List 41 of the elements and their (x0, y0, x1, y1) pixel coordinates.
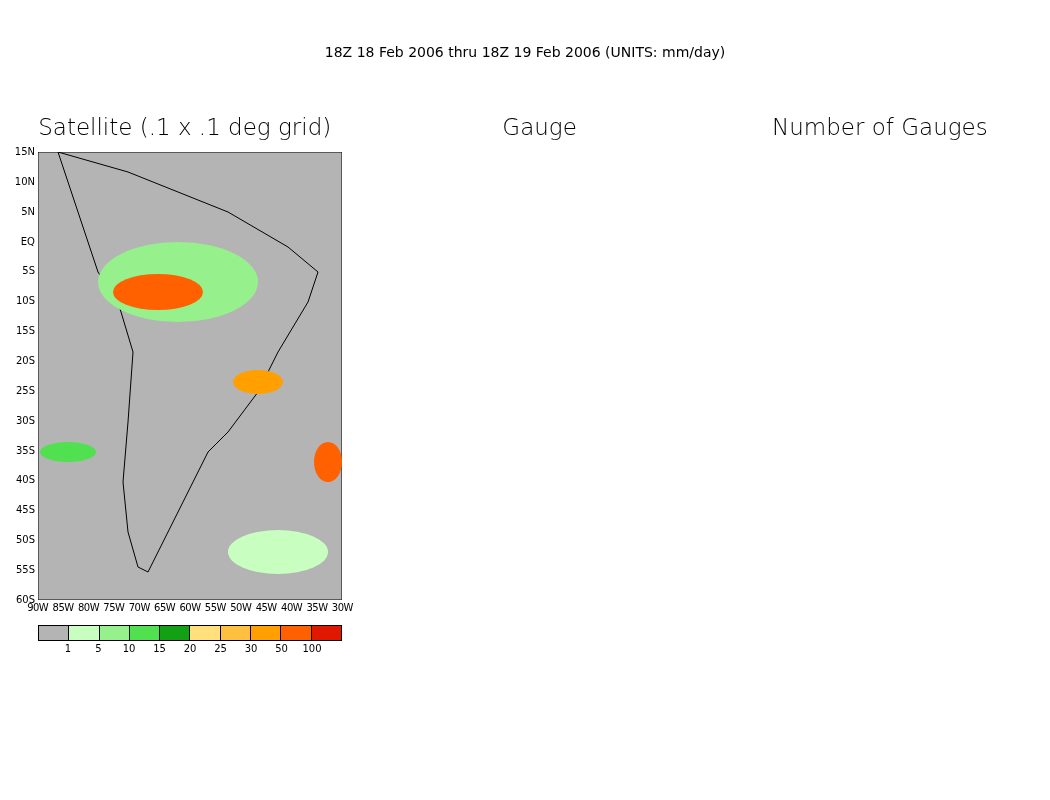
legend-label: 25 (213, 643, 228, 654)
legend-label: 20 (182, 643, 198, 654)
legend-label: 50 (274, 643, 289, 654)
legend-label: 1 (63, 643, 73, 654)
longitude-label: 60W (178, 602, 202, 613)
latitude-label: 5S (21, 265, 36, 278)
longitude-label: 90W (27, 602, 50, 613)
latitude-label: 15N (13, 146, 36, 158)
longitude-label: 35W (305, 602, 329, 613)
longitude-label: 85W (51, 602, 75, 613)
legend-label: 10 (121, 643, 137, 654)
panel-title: Gauge (501, 114, 578, 142)
latitude-label: 10N (13, 175, 36, 188)
latitude-label: 35S (14, 444, 36, 457)
panel-title: Number of Gauges (771, 114, 989, 142)
longitude-label: 70W (127, 602, 151, 613)
latitude-label: 50S (14, 534, 36, 547)
latitude-label: 5N (20, 205, 36, 218)
latitude-label: 25S (14, 384, 36, 397)
latitude-label: 20S (14, 355, 36, 367)
longitude-label: 65W (153, 602, 177, 613)
legend-label: 5 (94, 643, 103, 654)
longitude-label: 55W (203, 602, 227, 613)
longitude-label: 80W (76, 602, 101, 613)
longitude-label: 50W (229, 602, 253, 613)
latitude-label: 55S (14, 564, 36, 577)
plot-header: 18Z 18 Feb 2006 thru 18Z 19 Feb 2006 (UNITS: mm/day) (323, 44, 727, 62)
legend-label: 30 (243, 643, 259, 654)
longitude-label: 45W (254, 602, 278, 613)
legend-label: 100 (301, 643, 323, 654)
longitude-label: 30W (330, 602, 354, 613)
latitude-label: 40S (14, 474, 36, 487)
latitude-label: EQ (19, 235, 36, 248)
longitude-label: 40W (280, 602, 304, 613)
panel-title: Satellite (.1 x .1 deg grid) (37, 114, 333, 142)
longitude-label: 75W (102, 602, 126, 613)
latitude-label: 15S (14, 325, 36, 338)
latitude-label: 10S (14, 295, 36, 308)
legend-label: 15 (152, 643, 167, 654)
latitude-label: 30S (14, 414, 36, 427)
latitude-label: 45S (14, 504, 36, 517)
